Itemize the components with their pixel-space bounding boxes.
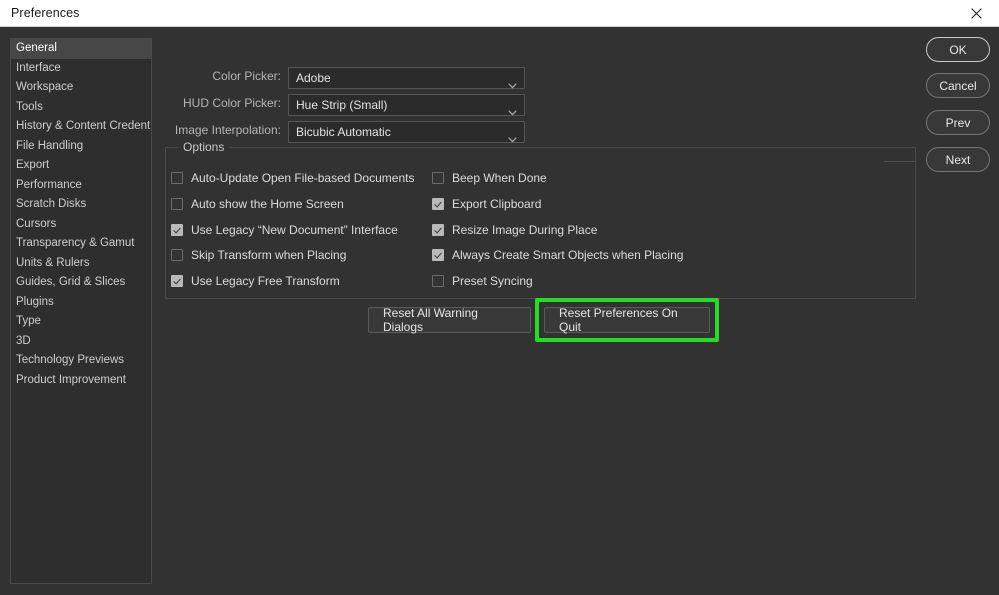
button-label: OK — [949, 42, 967, 57]
checkbox-resize-image-during-place[interactable]: Resize Image During Place — [432, 223, 597, 237]
checkbox-auto-update-open-file-based-documents[interactable]: Auto-Update Open File-based Documents — [171, 171, 414, 185]
sidebar-item-scratch-disks[interactable]: Scratch Disks — [11, 195, 151, 215]
checkbox-label: Auto-Update Open File-based Documents — [191, 171, 415, 185]
close-icon[interactable] — [953, 0, 999, 27]
sidebar-item-label: Scratch Disks — [16, 198, 87, 210]
sidebar-item-interface[interactable]: Interface — [11, 59, 151, 79]
image-interpolation-dropdown[interactable]: Bicubic Automatic — [288, 121, 525, 143]
checkbox-beep-when-done[interactable]: Beep When Done — [432, 171, 547, 185]
checkbox-skip-transform-when-placing[interactable]: Skip Transform when Placing — [171, 248, 346, 262]
reset-all-warning-dialogs-button[interactable]: Reset All Warning Dialogs — [368, 306, 531, 334]
checkbox-label: Always Create Smart Objects when Placing — [452, 248, 684, 262]
checkbox-label: Use Legacy Free Transform — [191, 274, 340, 288]
checkbox-label: Export Clipboard — [452, 197, 542, 211]
reset-preferences-on-quit-button[interactable]: Reset Preferences On Quit — [544, 306, 710, 334]
sidebar-item-label: Tools — [16, 100, 43, 113]
close-glyph — [970, 8, 982, 19]
prev-button[interactable]: Prev — [926, 110, 990, 135]
checkbox-checked-icon[interactable] — [432, 198, 444, 210]
options-group-legend: Options — [178, 140, 230, 154]
sidebar-item-label: Transparency & Gamut — [16, 237, 135, 249]
button-label: Prev — [945, 115, 971, 130]
sidebar-item-label: File Handling — [16, 139, 84, 152]
chevron-down-icon — [508, 103, 517, 121]
rail-divider — [884, 161, 916, 162]
field-label: Image Interpolation: — [174, 123, 281, 137]
field-label: Color Picker: — [212, 69, 281, 83]
preferences-dialog: General Interface Workspace Tools History & … — [0, 27, 999, 595]
sidebar-item-label: Guides, Grid & Slices — [16, 276, 126, 288]
chevron-down-icon — [508, 76, 517, 94]
button-label: Reset All Warning Dialogs — [383, 306, 478, 334]
window-titlebar: Preferences — [0, 0, 999, 27]
sidebar-item-label: Performance — [16, 178, 82, 191]
sidebar-item-label: Workspace — [16, 81, 74, 93]
checkbox-preset-syncing[interactable]: Preset Syncing — [432, 274, 533, 288]
sidebar-item-cursors[interactable]: Cursors — [11, 215, 151, 235]
sidebar-item-general[interactable]: General — [11, 39, 151, 59]
checkbox-checked-icon[interactable] — [432, 249, 444, 261]
sidebar-item-workspace[interactable]: Workspace — [11, 78, 151, 98]
sidebar-item-label: History & Content Credentials — [16, 120, 152, 132]
checkbox-label: Auto show the Home Screen — [191, 197, 344, 211]
checkbox-export-clipboard[interactable]: Export Clipboard — [432, 197, 541, 211]
field-label: HUD Color Picker: — [182, 96, 281, 110]
dropdown-value: Adobe — [296, 71, 331, 85]
sidebar-item-label: Plugins — [16, 295, 54, 308]
button-label: Next — [945, 152, 971, 167]
checkbox-unchecked-icon[interactable] — [171, 172, 183, 184]
checkbox-unchecked-icon[interactable] — [432, 275, 444, 287]
checkbox-label: Use Legacy “New Document” Interface — [191, 223, 398, 237]
hud-color-picker-dropdown[interactable]: Hue Strip (Small) — [288, 94, 525, 116]
checkbox-checked-icon[interactable] — [171, 275, 183, 287]
checkbox-use-legacy-free-transform[interactable]: Use Legacy Free Transform — [171, 274, 340, 288]
dropdown-value: Bicubic Automatic — [296, 125, 391, 139]
chevron-down-icon — [508, 130, 517, 148]
sidebar-item-label: Interface — [16, 61, 61, 74]
window-title: Preferences — [11, 6, 80, 20]
checkbox-always-create-smart-objects-when-placing[interactable]: Always Create Smart Objects when Placing — [432, 248, 683, 262]
preferences-category-list[interactable]: General Interface Workspace Tools History & … — [10, 38, 152, 584]
sidebar-item-label: Type — [16, 315, 41, 327]
sidebar-item-history-content-credentials[interactable]: History & Content Credentials — [11, 117, 151, 137]
sidebar-item-guides-grid-slices[interactable]: Guides, Grid & Slices — [11, 273, 151, 293]
ok-button[interactable]: OK — [926, 37, 990, 62]
sidebar-item-label: General — [16, 42, 57, 54]
checkbox-label: Beep When Done — [452, 171, 547, 185]
checkbox-use-legacy-new-document-interface[interactable]: Use Legacy “New Document” Interface — [171, 223, 398, 237]
button-label: Reset Preferences On Quit — [559, 306, 678, 334]
sidebar-item-label: 3D — [16, 334, 31, 347]
button-label: Cancel — [939, 78, 977, 93]
checkbox-label: Preset Syncing — [452, 274, 533, 288]
sidebar-item-product-improvement[interactable]: Product Improvement — [11, 371, 151, 391]
sidebar-item-transparency-gamut[interactable]: Transparency & Gamut — [11, 234, 151, 254]
sidebar-item-plugins[interactable]: Plugins — [11, 293, 151, 313]
sidebar-item-label: Technology Previews — [16, 354, 125, 366]
checkbox-unchecked-icon[interactable] — [432, 172, 444, 184]
color-picker-dropdown[interactable]: Adobe — [288, 67, 525, 89]
dropdown-value: Hue Strip (Small) — [296, 98, 388, 112]
sidebar-item-tools[interactable]: Tools — [11, 98, 151, 118]
sidebar-item-export[interactable]: Export — [11, 156, 151, 176]
sidebar-item-technology-previews[interactable]: Technology Previews — [11, 351, 151, 371]
checkbox-label: Skip Transform when Placing — [191, 248, 347, 262]
checkbox-label: Resize Image During Place — [452, 223, 598, 237]
sidebar-item-units-rulers[interactable]: Units & Rulers — [11, 254, 151, 274]
sidebar-item-label: Export — [16, 159, 50, 171]
sidebar-item-label: Units & Rulers — [16, 256, 90, 269]
checkbox-checked-icon[interactable] — [432, 224, 444, 236]
sidebar-item-performance[interactable]: Performance — [11, 176, 151, 196]
sidebar-item-label: Cursors — [16, 217, 57, 230]
checkbox-unchecked-icon[interactable] — [171, 249, 183, 261]
sidebar-item-3d[interactable]: 3D — [11, 332, 151, 352]
sidebar-item-type[interactable]: Type — [11, 312, 151, 332]
checkbox-auto-show-the-home-screen[interactable]: Auto show the Home Screen — [171, 197, 344, 211]
sidebar-item-label: Product Improvement — [16, 373, 126, 386]
next-button[interactable]: Next — [926, 147, 990, 172]
checkbox-checked-icon[interactable] — [171, 224, 183, 236]
cancel-button[interactable]: Cancel — [926, 73, 990, 98]
checkbox-unchecked-icon[interactable] — [171, 198, 183, 210]
sidebar-item-file-handling[interactable]: File Handling — [11, 137, 151, 157]
